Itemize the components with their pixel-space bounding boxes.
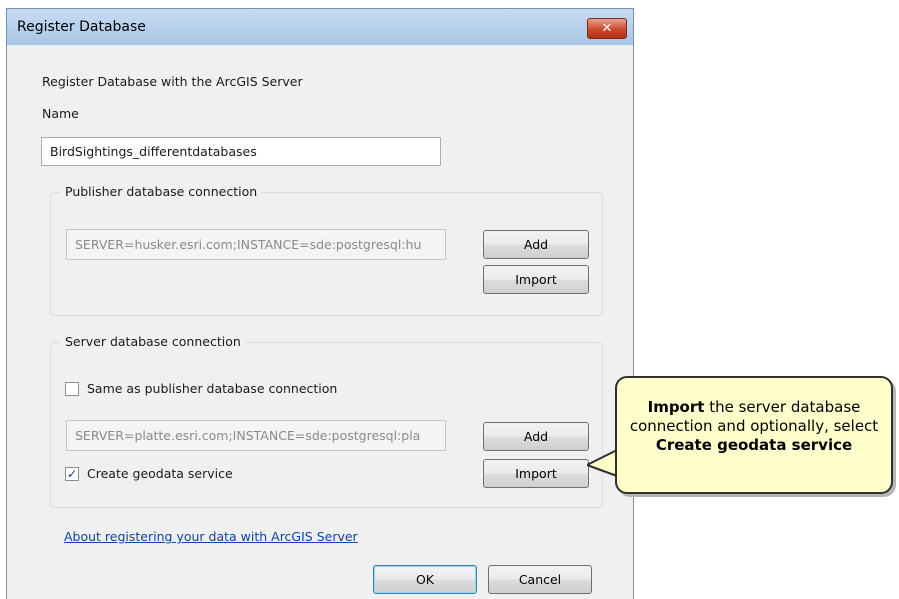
server-import-button[interactable]: Import xyxy=(483,459,589,488)
name-label: Name xyxy=(42,106,79,121)
server-connection-field: SERVER=platte.esri.com;INSTANCE=sde:post… xyxy=(66,420,446,451)
server-connection-group: Server database connection Same as publi… xyxy=(50,334,603,508)
dialog-body: Register Database with the ArcGIS Server… xyxy=(15,45,625,599)
close-button[interactable]: ✕ xyxy=(587,18,627,39)
publisher-import-button[interactable]: Import xyxy=(483,265,589,294)
publisher-connection-group: Publisher database connection SERVER=hus… xyxy=(50,184,603,316)
same-as-publisher-checkbox[interactable] xyxy=(65,382,79,396)
callout-create-emphasis: Create geodata service xyxy=(655,436,853,454)
callout-seam-cover xyxy=(617,451,621,475)
close-icon: ✕ xyxy=(601,21,613,36)
create-geodata-service-label[interactable]: Create geodata service xyxy=(87,466,233,481)
name-input[interactable]: BirdSightings_differentdatabases xyxy=(41,137,441,166)
create-geodata-service-checkbox[interactable]: ✓ xyxy=(65,467,79,481)
title-bar[interactable]: Register Database ✕ xyxy=(7,9,633,45)
cancel-button[interactable]: Cancel xyxy=(488,565,592,594)
register-database-dialog: Register Database ✕ Register Database wi… xyxy=(6,8,634,599)
callout-text: Import the server database connection an… xyxy=(617,398,891,455)
publisher-connection-field: SERVER=husker.esri.com;INSTANCE=sde:post… xyxy=(66,229,446,260)
help-link[interactable]: About registering your data with ArcGIS … xyxy=(64,529,358,544)
publisher-add-button[interactable]: Add xyxy=(483,230,589,259)
ok-button[interactable]: OK xyxy=(373,565,477,594)
dialog-title: Register Database xyxy=(17,19,146,35)
server-group-label: Server database connection xyxy=(61,334,245,349)
same-as-publisher-label[interactable]: Same as publisher database connection xyxy=(87,381,337,396)
callout-import-emphasis: Import xyxy=(647,398,705,416)
publisher-group-label: Publisher database connection xyxy=(61,184,262,199)
server-add-button[interactable]: Add xyxy=(483,422,589,451)
dialog-heading: Register Database with the ArcGIS Server xyxy=(42,74,303,89)
callout-box: Import the server database connection an… xyxy=(615,376,893,494)
